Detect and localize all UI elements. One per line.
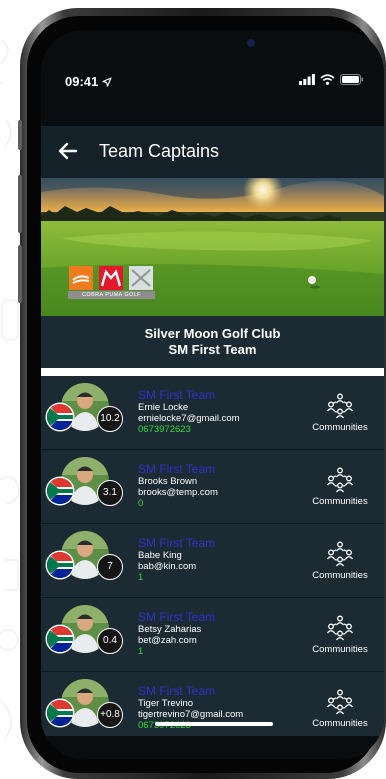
club-team-name: SM First Team [168,342,257,357]
status-bar: 09:41 [41,70,384,92]
list-item[interactable]: +0.8 SM First Team Tiger Trevino tigertr… [41,672,384,746]
communities-icon [326,393,354,419]
captain-email[interactable]: brooks@temp.com [138,487,218,498]
captain-name: Tiger Trevino [138,698,194,709]
silent-switch [18,120,22,150]
communities-button[interactable]: Communities [305,614,375,655]
team-link[interactable]: SM First Team [138,537,215,550]
communities-icon [326,541,354,567]
handicap-badge: +0.8 [97,702,123,728]
divider [41,368,384,376]
south-africa-flag-icon [47,552,73,578]
communities-button[interactable]: Communities [305,688,375,729]
captain-email[interactable]: ernielocke7@gmail.com [138,413,240,424]
captain-phone[interactable]: 1 [138,646,215,657]
south-africa-flag-icon [47,626,73,652]
communities-button[interactable]: Communities [305,540,375,581]
communities-icon [326,615,354,641]
communities-icon [326,689,354,715]
front-camera-icon [247,39,255,47]
hero-banner-image: COBRA PUMA GOLF [41,178,384,316]
captain-phone[interactable]: 0673972623 [138,424,240,435]
cobra-puma-golf-logo: COBRA PUMA GOLF [68,266,155,299]
captain-info: SM First Team Betsy Zaharias bet@zah.com… [138,611,215,658]
team-link[interactable]: SM First Team [138,389,240,402]
south-africa-flag-icon [47,478,73,504]
captain-info: SM First Team Brooks Brown brooks@temp.c… [138,463,218,510]
communities-label: Communities [312,570,368,581]
volume-down-button [18,245,22,303]
bottom-safe-area [41,736,384,759]
battery-icon [340,74,364,85]
communities-label: Communities [312,422,368,433]
communities-label: Communities [312,496,368,507]
communities-label: Communities [312,718,368,729]
captain-info: SM First Team Ernie Locke ernielocke7@gm… [138,389,240,436]
club-name: Silver Moon Golf Club [144,326,281,341]
status-time-group: 09:41 [65,74,112,89]
communities-label: Communities [312,644,368,655]
arrow-left-icon[interactable] [55,138,81,164]
list-item[interactable]: 0.4 SM First Team Betsy Zaharias bet@zah… [41,598,384,672]
south-africa-flag-icon [47,404,73,430]
handicap-badge: 7 [97,554,123,580]
communities-icon [326,467,354,493]
south-africa-flag-icon [47,700,73,726]
club-header: Silver Moon Golf Club SM First Team [41,316,384,368]
handicap-badge: 0.4 [97,628,123,654]
captain-info: SM First Team Babe King bab@kin.com 1 [138,537,215,584]
handicap-badge: 10.2 [97,406,123,432]
communities-button[interactable]: Communities [305,392,375,433]
phone-screen: 09:41 Team Captains COBRA PUMA GOLF Silv… [41,30,384,759]
captain-email[interactable]: bab@kin.com [138,561,215,572]
location-arrow-icon [102,76,112,87]
captain-name: Brooks Brown [138,476,198,487]
page-title: Team Captains [99,141,220,161]
app-header: Team Captains [41,126,384,178]
handicap-badge: 3.1 [97,480,123,506]
captain-phone[interactable]: 1 [138,572,215,583]
captain-name: Ernie Locke [138,402,189,413]
captain-phone[interactable]: 0 [138,498,218,509]
volume-up-button [18,175,22,233]
status-icons [299,74,364,85]
home-indicator[interactable] [155,722,273,726]
sponsor-logos-icon [69,266,153,290]
list-item[interactable]: 10.2 SM First Team Ernie Locke ernielock… [41,376,384,450]
list-item[interactable]: 7 SM First Team Babe King bab@kin.com 1 … [41,524,384,598]
captain-name: Betsy Zaharias [138,624,202,635]
logo-text: COBRA PUMA GOLF [68,291,155,299]
captain-email[interactable]: bet@zah.com [138,635,215,646]
signal-icon [299,74,315,85]
status-time: 09:41 [65,74,99,89]
captain-email[interactable]: tigertrevino7@gmail.com [138,709,243,720]
team-link[interactable]: SM First Team [138,685,243,698]
captain-name: Babe King [138,550,182,561]
team-link[interactable]: SM First Team [138,463,218,476]
wifi-icon [320,74,335,85]
team-link[interactable]: SM First Team [138,611,215,624]
communities-button[interactable]: Communities [305,466,375,507]
list-item[interactable]: 3.1 SM First Team Brooks Brown brooks@te… [41,450,384,524]
